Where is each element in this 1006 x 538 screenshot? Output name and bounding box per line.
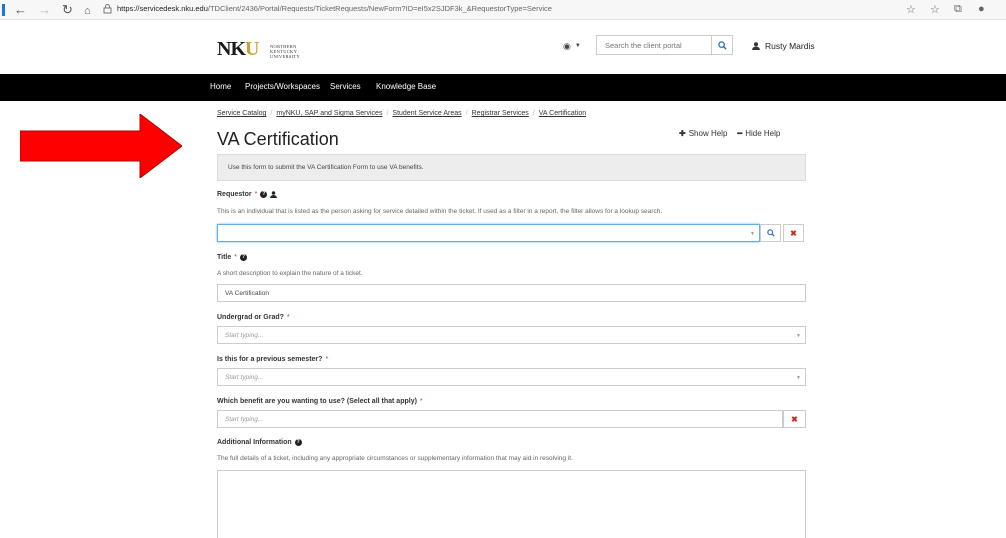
requestor-label: Requestor * ? (217, 191, 278, 198)
favorites-icon[interactable]: ☆ (930, 3, 940, 16)
additional-info-label-text: Additional Information (217, 439, 292, 446)
show-help-link[interactable]: ✚ Show Help (679, 129, 727, 138)
search-button[interactable] (711, 35, 733, 55)
profile-icon[interactable]: ● (978, 3, 985, 15)
required-marker: * (325, 356, 329, 363)
undergrad-select[interactable]: Start typing... ▼ (217, 326, 806, 344)
url-path: /TDClient/2436/Portal/Requests/TicketReq… (207, 4, 552, 13)
nav-services[interactable]: Services (330, 82, 361, 91)
browser-toolbar: ← → ↻ ⌂ https://servicedesk.nku.edu/TDCl… (0, 0, 1006, 20)
breadcrumb-student-service-areas[interactable]: Student Service Areas (392, 110, 461, 117)
previous-semester-placeholder: Start typing... (225, 374, 264, 381)
chevron-down-icon: ▼ (796, 333, 801, 339)
read-aloud-icon[interactable]: ☆ (906, 3, 916, 16)
benefit-placeholder: Start typing... (225, 416, 264, 423)
undergrad-label-text: Undergrad or Grad? (217, 314, 284, 321)
nav-home[interactable]: Home (210, 82, 231, 91)
nav-knowledge-base[interactable]: Knowledge Base (376, 82, 436, 91)
required-marker: * (419, 398, 423, 405)
requestor-description: This is an individual that is listed as … (217, 208, 663, 215)
breadcrumb-registrar-services[interactable]: Registrar Services (472, 110, 529, 117)
user-icon (752, 42, 760, 50)
breadcrumb-va-certification[interactable]: VA Certification (539, 110, 586, 117)
additional-info-label: Additional Information ? (217, 439, 302, 446)
help-icon[interactable]: ? (294, 439, 302, 446)
home-icon[interactable]: ⌂ (84, 3, 91, 19)
required-marker: * (286, 314, 290, 321)
red-arrow-annotation (20, 114, 182, 178)
title-description: A short description to explain the natur… (217, 270, 363, 277)
globe-icon: ◉ (563, 40, 571, 51)
benefit-multiselect[interactable]: Start typing... (217, 410, 783, 428)
previous-semester-label-text: Is this for a previous semester? (217, 356, 323, 363)
logo-subtext: NORTHERN KENTUCKY UNIVERSITY (270, 44, 300, 59)
plus-icon: ✚ (679, 129, 686, 138)
forward-icon[interactable]: → (38, 2, 51, 18)
additional-info-textarea[interactable] (217, 470, 806, 538)
chevron-down-icon: ▼ (796, 375, 801, 381)
requestor-lookup-button[interactable] (760, 224, 781, 242)
minus-icon: ━ (737, 129, 743, 138)
back-icon[interactable]: ← (14, 2, 27, 18)
refresh-icon[interactable]: ↻ (62, 2, 73, 18)
search-scope-dropdown[interactable]: ◉ ▼ (563, 37, 593, 55)
main-navbar: Home Projects/Workspaces Services Knowle… (0, 74, 1006, 101)
benefit-label: Which benefit are you wanting to use? (S… (217, 398, 423, 405)
title-label: Title * ? (217, 254, 247, 261)
title-input[interactable]: VA Certification (217, 284, 806, 302)
title-label-text: Title (217, 254, 232, 261)
chevron-down-icon: ▼ (574, 43, 581, 49)
required-marker: * (234, 254, 237, 261)
previous-semester-select[interactable]: Start typing... ▼ (217, 368, 806, 386)
address-bar[interactable]: https://servicedesk.nku.edu/TDClient/243… (117, 4, 552, 13)
user-icon (270, 191, 278, 198)
search-icon (717, 40, 727, 50)
previous-semester-label: Is this for a previous semester? * (217, 356, 328, 363)
close-icon: ✖ (791, 414, 798, 424)
requestor-label-text: Requestor (217, 191, 252, 198)
lock-icon (103, 4, 112, 14)
user-menu[interactable]: Rusty Mardis (752, 41, 815, 51)
url-host: https://servicedesk.nku.edu (117, 4, 208, 13)
show-help-label: Show Help (688, 129, 728, 138)
close-icon: ✖ (790, 228, 797, 238)
search-input[interactable] (596, 35, 712, 55)
help-links: ✚ Show Help ━ Hide Help (679, 129, 780, 138)
form-info-box: Use this form to submit the VA Certifica… (217, 154, 806, 181)
page-title: VA Certification (217, 129, 339, 149)
breadcrumb-mynku[interactable]: myNKU, SAP and Sigma Services (276, 110, 382, 117)
undergrad-label: Undergrad or Grad? * (217, 314, 290, 321)
hide-help-link[interactable]: ━ Hide Help (737, 129, 780, 138)
requestor-clear-button[interactable]: ✖ (783, 224, 804, 242)
user-name: Rusty Mardis (765, 41, 815, 51)
required-marker: * (254, 191, 258, 198)
requestor-select[interactable]: ▼ (217, 224, 760, 242)
nku-logo[interactable]: NKU NORTHERN KENTUCKY UNIVERSITY (217, 38, 300, 61)
hide-help-label: Hide Help (745, 129, 781, 138)
help-icon[interactable]: ? (260, 191, 268, 198)
logo-mark: NKU (217, 38, 259, 60)
help-icon[interactable]: ? (240, 254, 247, 261)
collections-icon[interactable]: ⧉ (954, 3, 962, 16)
tab-accent (2, 4, 5, 16)
nav-projects[interactable]: Projects/Workspaces (245, 82, 320, 91)
search-icon (766, 229, 775, 237)
title-value: VA Certification (225, 290, 269, 297)
benefit-clear-button[interactable]: ✖ (783, 410, 806, 428)
benefit-label-text: Which benefit are you wanting to use? (S… (217, 398, 417, 405)
breadcrumb: Service Catalog / myNKU, SAP and Sigma Ser… (217, 110, 587, 117)
additional-info-description: The full details of a ticket, including … (217, 455, 573, 462)
undergrad-placeholder: Start typing... (225, 332, 264, 339)
chevron-down-icon: ▼ (750, 231, 755, 237)
breadcrumb-service-catalog[interactable]: Service Catalog (217, 110, 266, 117)
